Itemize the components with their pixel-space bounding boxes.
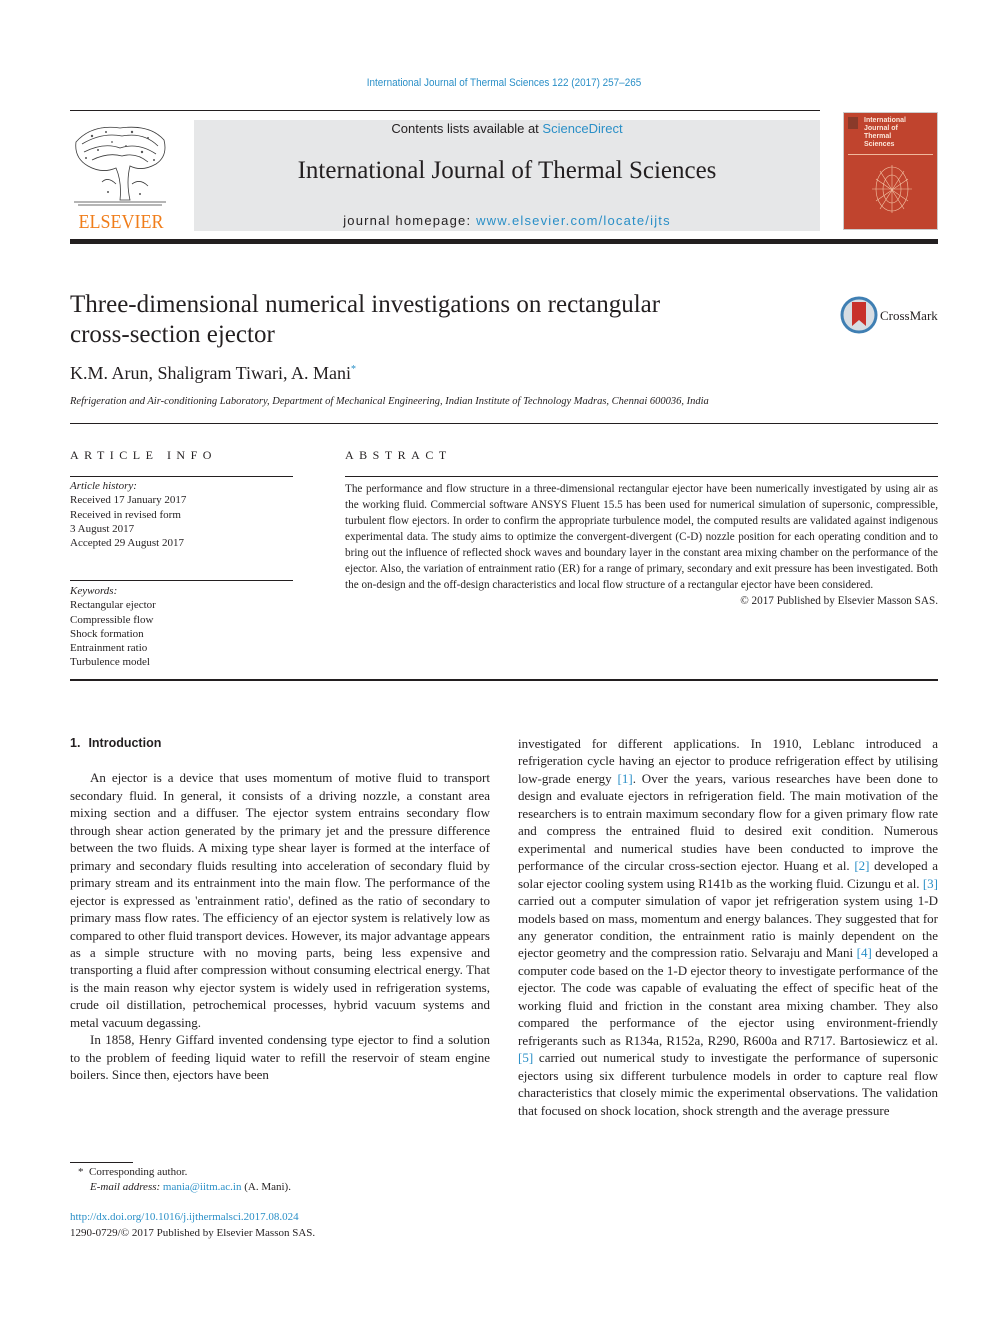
crossmark-icon[interactable] bbox=[840, 296, 878, 334]
doi-link[interactable]: http://dx.doi.org/10.1016/j.ijthermalsci… bbox=[70, 1210, 315, 1226]
doi-block: http://dx.doi.org/10.1016/j.ijthermalsci… bbox=[70, 1210, 315, 1241]
section-heading-introduction: 1. Introduction bbox=[70, 735, 490, 752]
keywords-rule bbox=[70, 580, 293, 581]
footnote-email: E-mail address: mania@iitm.ac.in (A. Man… bbox=[78, 1180, 291, 1195]
reference-link-4[interactable]: [4] bbox=[857, 945, 872, 960]
paragraph: In 1858, Henry Giffard invented condensi… bbox=[70, 1032, 490, 1083]
history-item: 3 August 2017 bbox=[70, 522, 135, 535]
keyword-item: Shock formation bbox=[70, 627, 144, 640]
body-column-right: investigated for different applications.… bbox=[518, 735, 938, 1119]
reference-link-3[interactable]: [3] bbox=[923, 876, 938, 891]
keywords-label: Keywords: bbox=[70, 585, 118, 597]
elsevier-tree-icon bbox=[74, 126, 166, 206]
contents-available: Contents lists available at ScienceDirec… bbox=[194, 121, 820, 136]
homepage-link[interactable]: www.elsevier.com/locate/ijts bbox=[476, 213, 671, 228]
keyword-item: Compressible flow bbox=[70, 613, 154, 626]
contents-prefix: Contents lists available at bbox=[391, 121, 543, 136]
header-thick-rule bbox=[70, 239, 938, 244]
reference-link-5[interactable]: [5] bbox=[518, 1050, 533, 1065]
elsevier-logo[interactable]: ELSEVIER bbox=[75, 211, 167, 234]
email-label: E-mail address: bbox=[90, 1181, 161, 1193]
issn-line: 1290-0729/© 2017 Published by Elsevier M… bbox=[70, 1226, 316, 1239]
keyword-item: Turbulence model bbox=[70, 656, 150, 669]
paragraph: An ejector is a device that uses momentu… bbox=[70, 770, 490, 1030]
title-rule bbox=[70, 423, 938, 424]
reference-link-1[interactable]: [1] bbox=[618, 771, 633, 786]
journal-cover-thumbnail[interactable]: International Journal of Thermal Science… bbox=[843, 112, 938, 230]
cover-spray-image-icon bbox=[872, 165, 912, 213]
article-info-rule bbox=[70, 476, 293, 477]
footnote: * Corresponding author. E-mail address: … bbox=[78, 1165, 291, 1195]
article-info-heading: ARTICLE INFO bbox=[70, 448, 217, 462]
history-label: Article history: bbox=[70, 480, 137, 492]
paragraph: investigated for different applications.… bbox=[518, 735, 938, 1119]
abstract-heading: ABSTRACT bbox=[345, 448, 452, 462]
history-item: Received 17 January 2017 bbox=[70, 494, 187, 507]
cover-title-line: Thermal bbox=[864, 133, 892, 140]
abstract-copyright: © 2017 Published by Elsevier Masson SAS. bbox=[740, 595, 938, 607]
text-run: developed a computer code based on the 1… bbox=[518, 945, 938, 1048]
cover-rule bbox=[848, 154, 933, 155]
email-link[interactable]: mania@iitm.ac.in bbox=[163, 1181, 242, 1193]
footnote-corresponding-text: Corresponding author. bbox=[89, 1166, 188, 1178]
cover-title-line: International bbox=[864, 117, 907, 124]
email-suffix: (A. Mani). bbox=[244, 1181, 291, 1193]
text-run: carried out numerical study to investiga… bbox=[518, 1050, 938, 1118]
paper-title: Three-dimensional numerical investigatio… bbox=[70, 290, 790, 350]
cover-title: International Journal of Thermal Science… bbox=[864, 117, 906, 149]
crossmark-label[interactable]: CrossMark bbox=[880, 308, 938, 324]
section-title: Introduction bbox=[88, 736, 162, 750]
journal-citation-link[interactable]: International Journal of Thermal Science… bbox=[50, 77, 957, 89]
cover-title-line: Sciences bbox=[864, 141, 895, 148]
footnote-corresponding: * Corresponding author. bbox=[78, 1165, 291, 1180]
cover-title-line: Journal of bbox=[864, 125, 898, 132]
affiliation: Refrigeration and Air-conditioning Labor… bbox=[70, 396, 709, 407]
footnote-rule bbox=[70, 1162, 133, 1163]
header-rule bbox=[70, 110, 820, 111]
footnote-mark: * bbox=[78, 1166, 84, 1178]
abstract-text: The performance and flow structure in a … bbox=[345, 483, 938, 591]
authors: K.M. Arun, Shaligram Tiwari, A. Mani* bbox=[70, 363, 356, 384]
article-history: Article history: Received 17 January 201… bbox=[70, 479, 293, 550]
keyword-item: Rectangular ejector bbox=[70, 599, 156, 612]
paper-title-line-1: Three-dimensional numerical investigatio… bbox=[70, 291, 661, 318]
cover-publisher-icon bbox=[848, 117, 858, 129]
reference-link-2[interactable]: [2] bbox=[854, 858, 869, 873]
abstract-rule bbox=[345, 476, 938, 477]
paper-title-line-2: cross-section ejector bbox=[70, 321, 275, 348]
keyword-item: Entrainment ratio bbox=[70, 642, 148, 655]
history-item: Received in revised form bbox=[70, 508, 181, 521]
keywords: Keywords: Rectangular ejector Compressib… bbox=[70, 584, 293, 670]
body-column-left: 1. Introduction An ejector is a device th… bbox=[70, 735, 490, 1084]
history-item: Accepted 29 August 2017 bbox=[70, 537, 184, 550]
sciencedirect-link[interactable]: ScienceDirect bbox=[542, 121, 622, 136]
section-number: 1. bbox=[70, 736, 81, 750]
journal-title: International Journal of Thermal Science… bbox=[297, 157, 717, 184]
front-matter-bottom-rule bbox=[70, 679, 938, 681]
journal-homepage: journal homepage: www.elsevier.com/locat… bbox=[194, 213, 820, 228]
corresponding-author-mark[interactable]: * bbox=[351, 364, 356, 375]
homepage-prefix: journal homepage: bbox=[343, 213, 477, 228]
abstract: The performance and flow structure in a … bbox=[345, 481, 938, 609]
author-list: K.M. Arun, Shaligram Tiwari, A. Mani bbox=[70, 363, 352, 383]
